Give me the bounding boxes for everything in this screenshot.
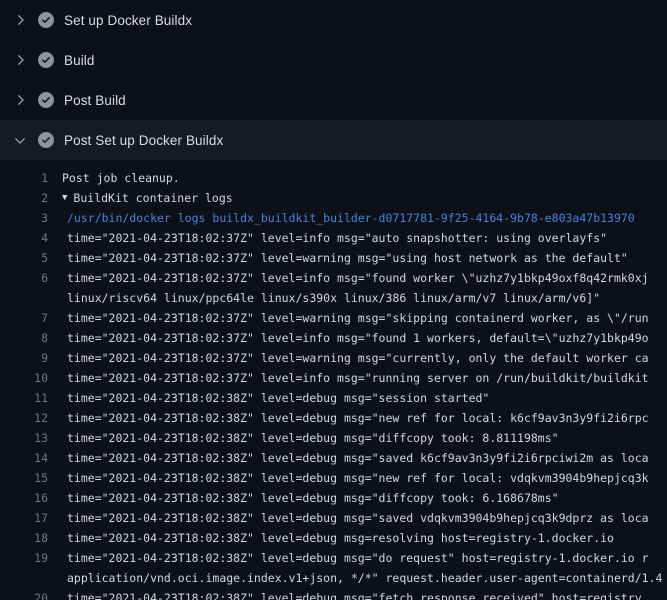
log-text: time="2021-04-23T18:02:38Z" level=debug … — [62, 508, 667, 528]
check-circle-icon — [38, 52, 54, 68]
step-label: Post Build — [64, 93, 126, 108]
line-number[interactable]: 7 — [0, 308, 48, 328]
log-text: time="2021-04-23T18:02:38Z" level=debug … — [62, 468, 667, 488]
line-number[interactable]: 11 — [0, 388, 48, 408]
line-number[interactable]: 1 — [0, 168, 48, 188]
log-text: time="2021-04-23T18:02:38Z" level=debug … — [62, 448, 667, 468]
line-number[interactable]: 14 — [0, 448, 48, 468]
log-line: 11 time="2021-04-23T18:02:38Z" level=deb… — [0, 388, 667, 408]
step-header-1[interactable]: Build — [0, 40, 667, 80]
line-number[interactable]: 16 — [0, 488, 48, 508]
log-text: time="2021-04-23T18:02:38Z" level=debug … — [62, 388, 667, 408]
log-line: 8 time="2021-04-23T18:02:37Z" level=info… — [0, 328, 667, 348]
log-line: 5 time="2021-04-23T18:02:37Z" level=warn… — [0, 248, 667, 268]
chevron-right-icon — [12, 92, 28, 108]
log-lines-container: 1 Post job cleanup. 2 ▼ BuildKit contain… — [0, 160, 667, 600]
log-line: 4 time="2021-04-23T18:02:37Z" level=info… — [0, 228, 667, 248]
line-number[interactable]: 15 — [0, 468, 48, 488]
line-number[interactable]: 9 — [0, 348, 48, 368]
log-text: time="2021-04-23T18:02:37Z" level=info m… — [62, 368, 667, 388]
log-text: time="2021-04-23T18:02:37Z" level=info m… — [62, 328, 667, 348]
line-number[interactable]: 18 — [0, 528, 48, 548]
step-label: Post Set up Docker Buildx — [64, 133, 223, 148]
line-number[interactable]: 10 — [0, 368, 48, 388]
line-number[interactable]: 20 — [0, 588, 48, 600]
check-circle-icon — [38, 12, 54, 28]
log-line: 14 time="2021-04-23T18:02:38Z" level=deb… — [0, 448, 667, 468]
log-line: 9 time="2021-04-23T18:02:37Z" level=warn… — [0, 348, 667, 368]
log-text: time="2021-04-23T18:02:37Z" level=warnin… — [62, 308, 667, 328]
log-text: time="2021-04-23T18:02:37Z" level=info m… — [62, 228, 667, 248]
log-line: 1 Post job cleanup. — [0, 168, 667, 188]
steps-list: Set up Docker Buildx Build Post Build — [0, 0, 667, 160]
log-text: time="2021-04-23T18:02:38Z" level=debug … — [62, 428, 667, 448]
check-circle-icon — [38, 132, 54, 148]
log-text: time="2021-04-23T18:02:37Z" level=warnin… — [62, 248, 667, 268]
log-line: 18 time="2021-04-23T18:02:38Z" level=deb… — [0, 528, 667, 548]
log-text: time="2021-04-23T18:02:38Z" level=debug … — [62, 528, 667, 548]
log-line: 20 time="2021-04-23T18:02:38Z" level=deb… — [0, 588, 667, 600]
line-number[interactable]: 17 — [0, 508, 48, 528]
step-label: Build — [64, 53, 95, 68]
log-text: linux/riscv64 linux/ppc64le linux/s390x … — [62, 288, 667, 308]
log-line: 6 time="2021-04-23T18:02:37Z" level=info… — [0, 268, 667, 288]
log-text: application/vnd.oci.image.index.v1+json,… — [62, 568, 667, 588]
log-text: time="2021-04-23T18:02:38Z" level=debug … — [62, 548, 667, 568]
line-number[interactable]: 13 — [0, 428, 48, 448]
check-circle-icon — [38, 92, 54, 108]
step-header-3[interactable]: Post Set up Docker Buildx — [0, 120, 667, 160]
line-number[interactable]: 5 — [0, 248, 48, 268]
line-number[interactable]: 12 — [0, 408, 48, 428]
log-line: 3 /usr/bin/docker logs buildx_buildkit_b… — [0, 208, 667, 228]
log-line: 7 time="2021-04-23T18:02:37Z" level=warn… — [0, 308, 667, 328]
log-line: 13 time="2021-04-23T18:02:38Z" level=deb… — [0, 428, 667, 448]
log-line: linux/riscv64 linux/ppc64le linux/s390x … — [0, 288, 667, 308]
log-text: Post job cleanup. — [62, 168, 667, 188]
log-line: 15 time="2021-04-23T18:02:38Z" level=deb… — [0, 468, 667, 488]
log-line: 16 time="2021-04-23T18:02:38Z" level=deb… — [0, 488, 667, 508]
log-line: 12 time="2021-04-23T18:02:38Z" level=deb… — [0, 408, 667, 428]
log-line: 10 time="2021-04-23T18:02:37Z" level=inf… — [0, 368, 667, 388]
log-text: BuildKit container logs — [73, 188, 667, 208]
actions-log-viewer: Set up Docker Buildx Build Post Build — [0, 0, 667, 600]
line-number[interactable]: 2 — [0, 188, 48, 208]
log-line: 17 time="2021-04-23T18:02:38Z" level=deb… — [0, 508, 667, 528]
log-text: time="2021-04-23T18:02:38Z" level=debug … — [62, 408, 667, 428]
step-header-2[interactable]: Post Build — [0, 80, 667, 120]
log-text: /usr/bin/docker logs buildx_buildkit_bui… — [62, 208, 667, 228]
chevron-down-icon — [12, 132, 28, 148]
log-line: application/vnd.oci.image.index.v1+json,… — [0, 568, 667, 588]
log-text: time="2021-04-23T18:02:37Z" level=info m… — [62, 268, 667, 288]
line-number[interactable]: 4 — [0, 228, 48, 248]
step-header-0[interactable]: Set up Docker Buildx — [0, 0, 667, 40]
step-label: Set up Docker Buildx — [64, 13, 192, 28]
log-line: 19 time="2021-04-23T18:02:38Z" level=deb… — [0, 548, 667, 568]
chevron-right-icon — [12, 52, 28, 68]
log-line: 2 ▼ BuildKit container logs — [0, 188, 667, 208]
log-text: time="2021-04-23T18:02:38Z" level=debug … — [62, 488, 667, 508]
line-number[interactable]: 3 — [0, 208, 48, 228]
line-number[interactable]: 19 — [0, 548, 48, 568]
log-text: time="2021-04-23T18:02:38Z" level=debug … — [62, 588, 667, 600]
line-number[interactable]: 6 — [0, 268, 48, 288]
line-number[interactable]: 8 — [0, 328, 48, 348]
log-group-caret-icon[interactable]: ▼ — [62, 188, 67, 208]
chevron-right-icon — [12, 12, 28, 28]
log-text: time="2021-04-23T18:02:37Z" level=warnin… — [62, 348, 667, 368]
